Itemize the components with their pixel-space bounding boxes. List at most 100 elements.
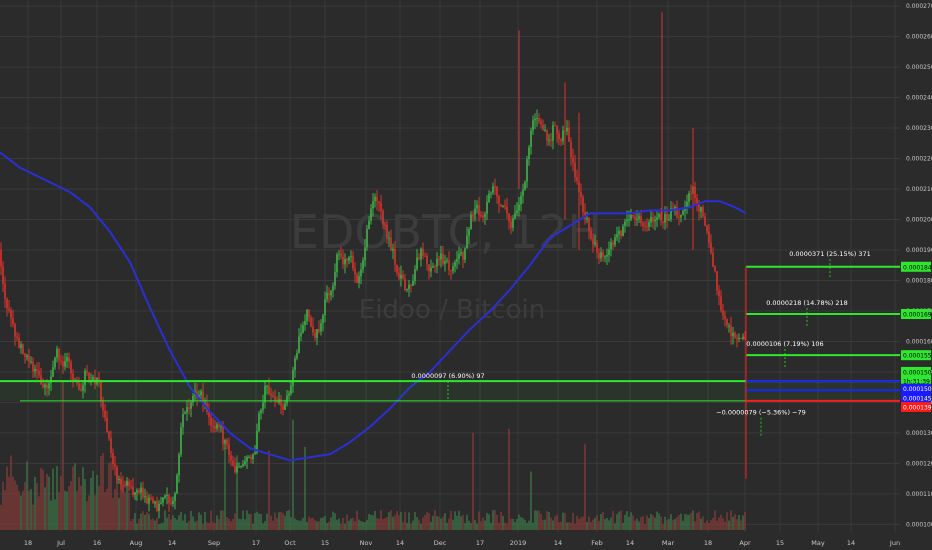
volume-bar — [716, 520, 718, 530]
volume-bar — [434, 510, 436, 530]
price-axis[interactable]: 0.0002700 0.0002600 0.0002500 0.0002400 0.00… — [900, 0, 932, 550]
volume-bar — [186, 522, 188, 530]
candle-body — [338, 253, 340, 255]
volume-bar — [702, 516, 704, 530]
candle-body — [6, 298, 8, 309]
volume-bar — [540, 514, 542, 530]
candle-body — [168, 495, 170, 503]
volume-bar — [706, 520, 708, 530]
price-chart[interactable]: EDOBTC, 12H Eidoo / Bitcoin 0.0000097 (6… — [0, 0, 932, 550]
volume-bar — [324, 515, 326, 530]
volume-bar — [708, 522, 710, 530]
candle-body — [298, 336, 300, 354]
candle-body — [516, 210, 518, 213]
candle-body — [590, 231, 592, 239]
price-tick-label: 0.0001200 — [906, 460, 932, 467]
volume-bar — [442, 516, 444, 530]
volume-bar — [302, 517, 304, 530]
candle-body — [500, 204, 502, 207]
candle-body — [430, 267, 432, 272]
volume-bar — [312, 517, 314, 530]
volume-bar — [548, 512, 550, 530]
candle-body — [122, 484, 124, 486]
volume-bar — [512, 518, 514, 530]
candle-body — [492, 186, 494, 193]
volume-bar — [446, 522, 448, 530]
chart-background — [0, 0, 932, 550]
candle-body — [14, 324, 16, 337]
volume-bar — [58, 492, 60, 530]
volume-bar — [224, 448, 226, 530]
candle-body — [386, 225, 388, 239]
volume-bar — [292, 419, 294, 530]
volume-bar — [380, 510, 382, 530]
volume-bar — [192, 516, 194, 530]
candle-body — [514, 212, 516, 219]
candle-body — [734, 332, 736, 338]
volume-bar — [680, 513, 682, 530]
candle-body — [360, 269, 362, 277]
volume-bar — [10, 455, 12, 530]
candle-body — [116, 466, 118, 480]
candle-body — [594, 242, 596, 244]
volume-bar — [20, 495, 22, 530]
candle-body — [538, 117, 540, 122]
volume-bar — [530, 471, 532, 530]
volume-bar — [272, 520, 274, 530]
candle-body — [172, 500, 174, 504]
candle-body — [322, 315, 324, 324]
volume-bar — [256, 511, 258, 530]
candle-body — [140, 487, 142, 493]
volume-bar — [258, 513, 260, 530]
candle-body — [184, 412, 186, 415]
volume-bar — [282, 513, 284, 530]
volume-bar — [718, 517, 720, 530]
volume-bar — [34, 476, 36, 530]
candle-body — [504, 205, 506, 207]
volume-bar — [188, 520, 190, 530]
volume-bar — [218, 519, 220, 530]
volume-bar — [470, 522, 472, 530]
candle-body — [236, 467, 238, 473]
candle-body — [520, 195, 522, 205]
volume-bar — [264, 521, 266, 530]
volume-bar — [672, 519, 674, 530]
volume-bar — [424, 514, 426, 530]
volume-bar — [682, 520, 684, 530]
candle-body — [468, 229, 470, 236]
price-tick-label: 0.0001100 — [906, 491, 932, 498]
volume-bar — [500, 511, 502, 530]
volume-bar — [738, 515, 740, 530]
candle-body — [508, 213, 510, 222]
candle-body — [662, 221, 664, 223]
volume-bar — [634, 520, 636, 530]
candle-body — [376, 196, 378, 202]
volume-bar — [332, 511, 334, 530]
candle-body — [148, 497, 150, 504]
volume-bar — [644, 523, 646, 530]
volume-bar — [96, 474, 98, 530]
volume-bar — [38, 496, 40, 530]
candle-body — [240, 465, 242, 467]
volume-bar — [594, 517, 596, 530]
volume-bar — [140, 513, 142, 530]
volume-bar — [700, 518, 702, 530]
volume-bar — [576, 515, 578, 530]
volume-bar — [720, 514, 722, 530]
candle-body — [68, 357, 70, 363]
volume-bar — [320, 518, 322, 530]
volume-bar — [80, 485, 82, 530]
candle-body — [654, 219, 656, 222]
candle-body — [344, 258, 346, 265]
candle-body — [718, 290, 720, 297]
candle-body — [174, 493, 176, 501]
candle-body — [392, 248, 394, 251]
candle-body — [518, 204, 520, 211]
measure-annotation: 0.0000371 (25.15%) 371 — [789, 250, 871, 258]
candle-body — [474, 208, 476, 215]
candle-body — [18, 337, 20, 348]
candle-body — [422, 248, 424, 256]
price-tick-label: 0.0001800 — [906, 277, 932, 284]
candle-body — [362, 260, 364, 270]
volume-bar — [444, 513, 446, 530]
